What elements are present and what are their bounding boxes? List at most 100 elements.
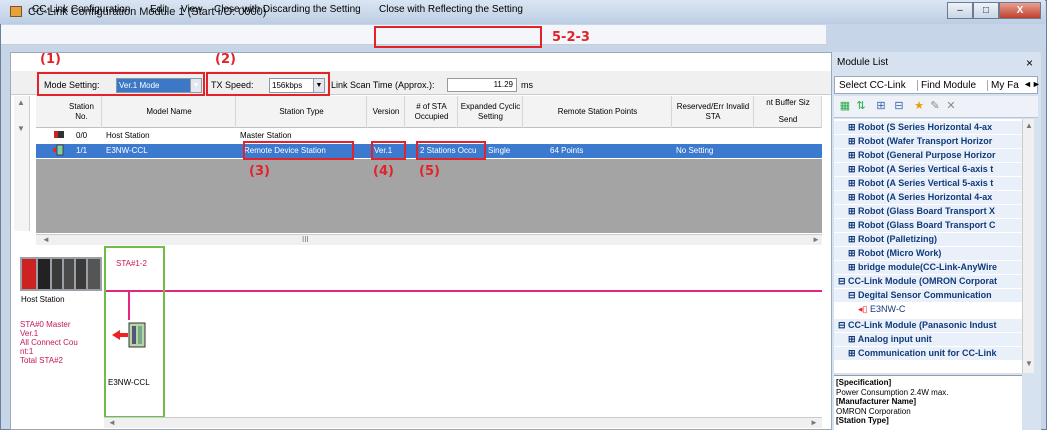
col-station-type[interactable]: Station Type bbox=[237, 96, 367, 128]
tree-item-label: Robot (Palletizing) bbox=[858, 234, 938, 244]
col-station-no[interactable]: Station No. bbox=[62, 96, 102, 128]
scroll-left-icon[interactable]: ◄ bbox=[42, 235, 50, 244]
maximize-button[interactable]: □ bbox=[973, 2, 999, 19]
tree-item-label: Robot (Micro Work) bbox=[858, 248, 942, 258]
tree-item[interactable]: ⊞ Robot (Glass Board Transport C bbox=[834, 219, 1022, 232]
tree-item[interactable]: ⊞ Robot (Wafer Transport Horizor bbox=[834, 135, 1022, 148]
spec-line: OMRON Corporation bbox=[836, 406, 911, 416]
model-name: E3NW-CCL bbox=[106, 146, 148, 155]
tree-item-label: Robot (A Series Vertical 6-axis t bbox=[858, 164, 994, 174]
module-list-title: Module List bbox=[837, 57, 889, 68]
star-icon[interactable]: ★ bbox=[912, 99, 926, 113]
tree-item[interactable]: ⊞ bridge module(CC-Link-AnyWire bbox=[834, 261, 1022, 274]
spec-heading: [Manufacturer Name] bbox=[836, 397, 917, 406]
expanded-cyclic: Single bbox=[488, 146, 511, 155]
host-station-plc-icon[interactable] bbox=[20, 257, 102, 291]
sort-icon[interactable]: ⇅ bbox=[854, 99, 868, 113]
tree-item[interactable]: ⊟ Degital Sensor Communication bbox=[834, 289, 1022, 302]
tree-item[interactable]: ⊞ Analog input unit bbox=[834, 333, 1022, 346]
tree-item[interactable]: ⊞ Robot (Micro Work) bbox=[834, 247, 1022, 260]
collapse-icon[interactable]: ⊟ bbox=[892, 99, 906, 113]
table-horizontal-scrollbar[interactable]: ◄ III ► bbox=[36, 234, 822, 245]
col-sta-occupied[interactable]: # of STA Occupied bbox=[406, 96, 458, 128]
tree-item[interactable]: ⊞ Robot (A Series Vertical 6-axis t bbox=[834, 163, 1022, 176]
link-scan-time-unit: ms bbox=[521, 80, 533, 90]
annotation-speed: (2) bbox=[215, 52, 236, 67]
expand-icon[interactable]: ⊞ bbox=[874, 99, 888, 113]
scroll-left-icon[interactable]: ◄ bbox=[108, 418, 116, 427]
tree-item[interactable]: ⊟ CC-Link Module (OMRON Corporat bbox=[834, 275, 1022, 288]
tree-item[interactable]: ⊞ Robot (General Purpose Horizor bbox=[834, 149, 1022, 162]
tree-item[interactable]: ⊞ Robot (S Series Horizontal 4-ax bbox=[834, 121, 1022, 134]
scroll-right-icon[interactable]: ► bbox=[812, 235, 820, 244]
link-scan-time-value: 11.29 bbox=[447, 78, 517, 92]
tab-scroll-icon[interactable]: ◄► bbox=[1023, 79, 1041, 89]
col-buffer-size[interactable]: nt Buffer Siz bbox=[755, 96, 822, 112]
tree-item-label: Robot (General Purpose Horizor bbox=[858, 150, 996, 160]
tree-item[interactable]: ⊞ Robot (Palletizing) bbox=[834, 233, 1022, 246]
menu-cc-link-configuration[interactable]: CC-Link Configuration bbox=[32, 4, 130, 15]
minimize-button[interactable]: – bbox=[947, 2, 973, 19]
model-name: Host Station bbox=[106, 131, 150, 140]
tree-item-label: Degital Sensor Communication bbox=[858, 290, 992, 300]
highlight-station-type bbox=[243, 141, 354, 160]
tab-find-module[interactable]: Find Module bbox=[917, 80, 976, 91]
col-remote-points[interactable]: Remote Station Points bbox=[524, 96, 672, 128]
menu-view[interactable]: View bbox=[181, 4, 203, 15]
plc-icon bbox=[54, 129, 64, 144]
scroll-thumb-grip[interactable]: III bbox=[302, 235, 309, 244]
scroll-down-icon[interactable]: ▼ bbox=[17, 124, 25, 133]
tree-item-label: Robot (Glass Board Transport C bbox=[858, 220, 996, 230]
annotation-step: 5-2-3 bbox=[552, 30, 590, 45]
master-info-line: Ver.1 bbox=[20, 329, 39, 338]
close-button[interactable]: X bbox=[999, 2, 1041, 19]
col-version[interactable]: Version bbox=[368, 96, 405, 128]
module-list-tabs: Select CC-Link Find Module My Fa ◄► bbox=[834, 76, 1041, 94]
tab-my-favorites[interactable]: My Fa bbox=[987, 80, 1019, 91]
delete-icon[interactable]: ✕ bbox=[944, 99, 958, 113]
table-vertical-scrollbar[interactable]: ▲ ▼ bbox=[14, 96, 30, 231]
app-icon bbox=[10, 6, 22, 17]
tree-item-label: Communication unit for CC-Link bbox=[858, 348, 997, 358]
col-expanded-cyclic[interactable]: Expanded Cyclic Setting bbox=[459, 96, 523, 128]
tree-item-e3nw[interactable]: ◂▯ E3NW-C bbox=[834, 303, 1022, 316]
col-reserved-err[interactable]: Reserved/Err Invalid STA bbox=[673, 96, 754, 128]
master-info: STA#0 Master Ver.1 All Connect Cou nt:1 … bbox=[20, 320, 78, 365]
tree-item[interactable]: ⊞ Robot (A Series Vertical 5-axis t bbox=[834, 177, 1022, 190]
device-label: E3NW-CCL bbox=[108, 378, 150, 387]
menu-close-reflecting[interactable]: Close with Reflecting the Setting bbox=[379, 4, 523, 15]
menu-edit[interactable]: Edit bbox=[150, 4, 167, 15]
col-send[interactable]: Send bbox=[755, 112, 822, 128]
tree-item[interactable]: ⊞ Robot (A Series Horizontal 4-ax bbox=[834, 191, 1022, 204]
master-info-line: STA#0 Master bbox=[20, 320, 71, 329]
module-tree: ⊞ Robot (S Series Horizontal 4-ax ⊞ Robo… bbox=[834, 119, 1022, 373]
link-scan-time-label: Link Scan Time (Approx.): bbox=[331, 80, 435, 90]
scroll-down-icon[interactable]: ▼ bbox=[1025, 359, 1033, 368]
remote-points: 64 Points bbox=[550, 146, 584, 155]
tree-item-label: Robot (A Series Vertical 5-axis t bbox=[858, 178, 994, 188]
add-favorite-icon[interactable]: ✎ bbox=[928, 99, 942, 113]
tree-item-label: CC-Link Module (Panasonic Indust bbox=[848, 320, 997, 330]
tab-select-cc-link[interactable]: Select CC-Link bbox=[839, 80, 906, 91]
master-info-line: nt:1 bbox=[20, 347, 34, 356]
tree-item-label: E3NW-C bbox=[870, 304, 906, 314]
menu-close-discarding[interactable]: Close with Discarding the Setting bbox=[214, 4, 361, 15]
master-info-line: All Connect Cou bbox=[20, 338, 78, 347]
annotation-version: (4) bbox=[373, 164, 394, 179]
col-model-name[interactable]: Model Name bbox=[103, 96, 236, 128]
e3nw-device-icon[interactable] bbox=[112, 320, 152, 350]
module-tree-scrollbar[interactable]: ▲ ▼ bbox=[1022, 119, 1034, 373]
scroll-right-icon[interactable]: ► bbox=[810, 418, 818, 427]
host-station-label: Host Station bbox=[21, 295, 65, 304]
tree-item[interactable]: ⊞ Communication unit for CC-Link bbox=[834, 347, 1022, 360]
scroll-up-icon[interactable]: ▲ bbox=[1025, 121, 1033, 130]
close-icon[interactable]: × bbox=[1026, 56, 1033, 70]
tree-item[interactable]: ⊞ Robot (Glass Board Transport X bbox=[834, 205, 1022, 218]
reserved-err: No Setting bbox=[676, 146, 714, 155]
tree-item[interactable]: ⊟ CC-Link Module (Panasonic Indust bbox=[834, 319, 1022, 332]
diagram-horizontal-scrollbar[interactable]: ◄ ► bbox=[104, 417, 822, 428]
category-view-icon[interactable]: ▦ bbox=[838, 99, 852, 113]
highlight-sta-occupied bbox=[416, 141, 486, 160]
scroll-up-icon[interactable]: ▲ bbox=[17, 98, 25, 107]
tree-item-label: CC-Link Module (OMRON Corporat bbox=[848, 276, 998, 286]
